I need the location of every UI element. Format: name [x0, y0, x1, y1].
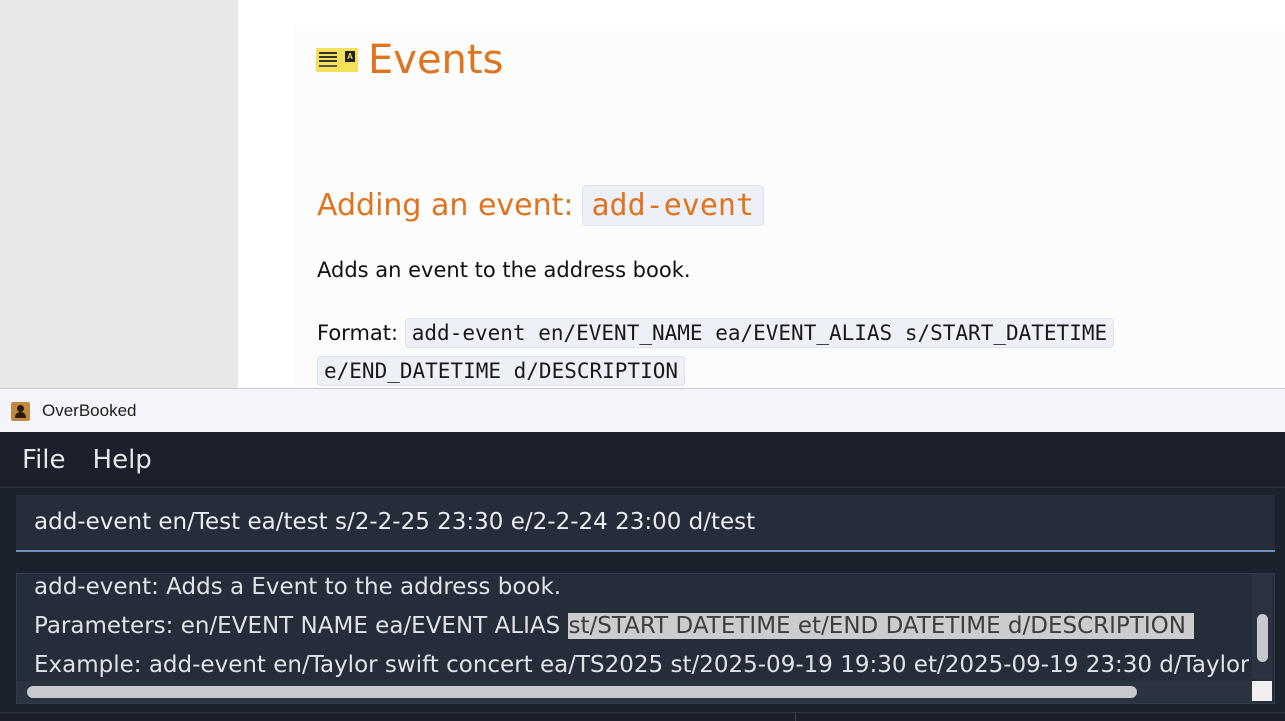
- horizontal-scroll-thumb[interactable]: [27, 686, 1137, 698]
- selected-text: st/START DATETIME et/END DATETIME d/DESC…: [567, 613, 1194, 639]
- window-title: OverBooked: [42, 401, 137, 420]
- docs-format-paragraph: Format: add-event en/EVENT_NAME ea/EVENT…: [317, 314, 1197, 390]
- menu-bar: File Help: [0, 432, 1285, 488]
- title-bar[interactable]: OverBooked: [0, 388, 1285, 433]
- docs-section-command: add-event: [581, 185, 765, 226]
- docs-format-code-line1: add-event en/EVENT_NAME ea/EVENT_ALIAS s…: [404, 318, 1115, 348]
- command-input-text: add-event en/Test ea/test s/2-2-25 23:30…: [34, 509, 756, 535]
- result-display[interactable]: add-event: Adds a Event to the address b…: [16, 573, 1275, 704]
- ticket-icon: A: [316, 48, 358, 72]
- docs-format-code-line2: e/END_DATETIME d/DESCRIPTION: [317, 356, 686, 386]
- result-params-text: Parameters: en/EVENT NAME ea/EVENT ALIAS: [34, 613, 568, 639]
- result-text: add-event: Adds a Event to the address b…: [34, 574, 1249, 685]
- docs-format-label: Format:: [317, 321, 405, 345]
- menu-file[interactable]: File: [22, 445, 66, 475]
- result-line: add-event: Adds a Event to the address b…: [34, 574, 562, 600]
- app-window: OverBooked File Help add-event en/Test e…: [0, 388, 1285, 721]
- docs-section-heading-text: Adding an event:: [317, 188, 574, 223]
- vertical-scroll-thumb[interactable]: [1257, 614, 1268, 662]
- vertical-scrollbar[interactable]: [1252, 574, 1272, 679]
- docs-title-heading: A Events: [316, 38, 503, 82]
- docs-left-gutter: [0, 0, 238, 390]
- result-line: Example: add-event en/Taylor swift conce…: [34, 652, 1249, 678]
- command-input[interactable]: add-event en/Test ea/test s/2-2-25 23:30…: [16, 495, 1275, 552]
- horizontal-scrollbar[interactable]: [17, 681, 1252, 703]
- docs-title: Events: [368, 37, 504, 83]
- docs-description: Adds an event to the address book.: [317, 258, 691, 282]
- docs-section-heading: Adding an event: add-event: [317, 185, 765, 226]
- scrollbar-corner: [1252, 681, 1272, 701]
- result-line: Parameters: en/EVENT NAME ea/EVENT ALIAS…: [34, 607, 1249, 646]
- address-book-icon: [11, 401, 30, 421]
- menu-help[interactable]: Help: [93, 445, 152, 475]
